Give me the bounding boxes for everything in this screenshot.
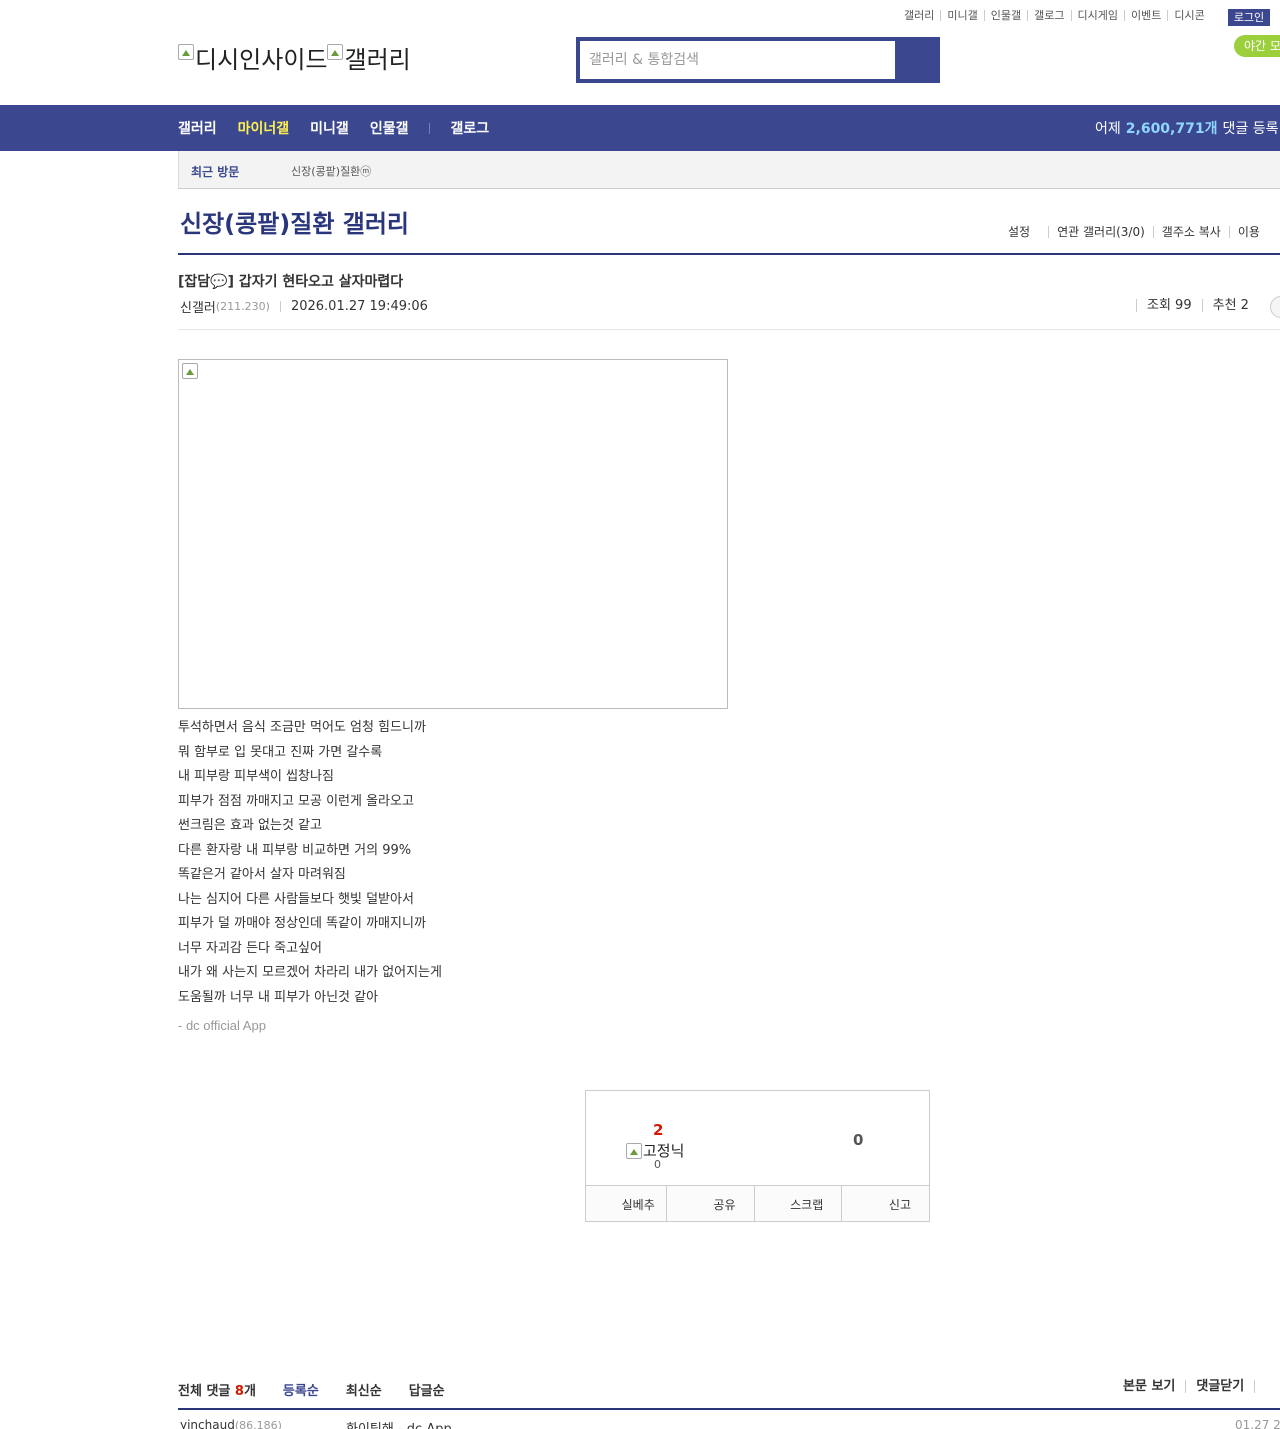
copy-gallery-url-link[interactable]: 갤주소 복사 <box>1152 226 1229 238</box>
top-link-minigal[interactable]: 미니갤 <box>940 10 983 21</box>
search-box: 갤러리 & 통합검색 <box>576 37 940 83</box>
post-recommends: 추천 2 <box>1201 299 1249 312</box>
title-divider <box>178 253 1280 255</box>
post-body: 투석하면서 음식 조금만 먹어도 엄청 힘드니까 뭐 함부로 입 못대고 진짜 … <box>178 716 442 1010</box>
top-link-dccon[interactable]: 디시콘 <box>1167 10 1210 21</box>
post-date: 2026.01.27 19:49:06 <box>290 299 428 314</box>
post-line: 너무 자괴감 든다 죽고싶어 <box>178 940 322 956</box>
post-actions: 실베추 공유 스크랩 신고 <box>586 1185 929 1221</box>
gallery-usage-link[interactable]: 이용 <box>1228 226 1268 238</box>
downvote-count[interactable]: 0 <box>853 1131 863 1149</box>
post-line: 나는 심지어 다른 사람들보다 햇빛 덜받아서 <box>178 891 414 907</box>
top-link-persongal[interactable]: 인물갤 <box>983 10 1027 21</box>
comments-total: 전체 댓글 8개 <box>178 1384 256 1399</box>
refresh-comments-link[interactable] <box>1254 1380 1271 1393</box>
gallery-title[interactable]: 신장(콩팥)질환 갤러리 <box>180 204 409 239</box>
post-line: 내 피부랑 피부색이 씹창나짐 <box>178 769 334 784</box>
top-link-gallery[interactable]: 갤러리 <box>904 10 940 21</box>
post-line: 썬크림은 효과 없는것 같고 <box>178 818 322 833</box>
nav-gallog[interactable]: 갤로그 <box>450 118 489 138</box>
gallery-settings-link[interactable]: 설정 <box>1008 226 1048 238</box>
nav-gallery[interactable]: 갤러리 <box>178 118 217 138</box>
sort-registered[interactable]: 등록순 <box>283 1380 319 1399</box>
login-button[interactable]: 로그인 <box>1228 9 1270 26</box>
recent-visit-item[interactable]: 신장(콩팥)질환ⓜ <box>291 163 371 179</box>
top-utility-links: 갤러리 미니갤 인물갤 갤로그 디시게임 이벤트 디시콘 <box>904 10 1211 21</box>
recent-visit-bar: 최근 방문 신장(콩팥)질환ⓜ <box>178 151 1280 189</box>
nav-divider <box>429 122 431 134</box>
post-views: 조회 99 <box>1136 299 1202 312</box>
post-title: [잡담💬] 갑자기 현타오고 살자마렵다 <box>178 274 404 290</box>
best-recommend-button[interactable]: 실베추 <box>586 1186 666 1221</box>
meta-divider-line <box>178 329 1280 330</box>
related-gallery-link[interactable]: 연관 갤러리(3/0) <box>1048 226 1153 238</box>
comment-text: 화이팅해 - dc App <box>346 1418 452 1429</box>
post-line: 다른 환자랑 내 피부랑 비교하면 거의 99% <box>178 842 412 858</box>
comments-header: 전체 댓글 8개 등록순 최신순 답글순 <box>178 1380 472 1399</box>
search-input[interactable]: 갤러리 & 통합검색 <box>580 41 895 79</box>
post-line: 피부가 점점 까매지고 모공 이런게 올라오고 <box>178 793 414 809</box>
nav-mini-gallery[interactable]: 미니갤 <box>310 118 349 138</box>
upvote-count: 2 <box>653 1121 664 1139</box>
comments-count: 8 <box>234 1384 244 1399</box>
recent-visit-label[interactable]: 최근 방문 <box>191 163 239 180</box>
post-line: 피부가 덜 까매야 정상인데 똑같이 까매지니까 <box>178 916 426 931</box>
broken-image-icon <box>626 1142 642 1159</box>
sort-latest[interactable]: 최신순 <box>346 1380 382 1399</box>
post-line: 똑같은거 같아서 살자 마려워짐 <box>178 867 346 882</box>
post-author[interactable]: 신갤러 <box>180 297 216 316</box>
site-logo[interactable]: 디시인사이드 갤러리 <box>178 40 411 75</box>
close-comments-link[interactable]: 댓글닫기 <box>1185 1380 1254 1393</box>
logo-gallery[interactable]: 갤러리 <box>327 40 411 75</box>
broken-image-icon <box>178 43 194 60</box>
vote-box: 2 고정닉 0 0 실베추 공유 스크랩 신고 <box>585 1090 930 1222</box>
meta-divider <box>279 301 281 312</box>
nav-minor-gallery[interactable]: 마이너갤 <box>238 118 290 138</box>
broken-image-icon <box>182 363 198 379</box>
report-button[interactable]: 신고 <box>841 1186 929 1221</box>
top-link-dcgame[interactable]: 디시게임 <box>1070 10 1124 21</box>
post-line: 투석하면서 음식 조금만 먹어도 엄청 힘드니까 <box>178 720 426 735</box>
post-author-ip: (211.230) <box>215 300 270 313</box>
post-line: 뭐 함부로 입 못대고 진짜 가면 갈수록 <box>178 744 383 760</box>
top-link-event[interactable]: 이벤트 <box>1123 10 1167 21</box>
fixed-nick-count: 0 <box>654 1158 661 1171</box>
search-button[interactable] <box>896 41 940 79</box>
share-button[interactable]: 공유 <box>665 1186 754 1221</box>
comments-divider <box>178 1408 1280 1410</box>
comment-stats-count: 2,600,771개 <box>1125 121 1218 137</box>
scrap-button[interactable]: 스크랩 <box>753 1186 842 1221</box>
comments-controls: 본문 보기 댓글닫기 <box>1123 1380 1271 1393</box>
post-line: 내가 왜 사는지 모르겠어 차라리 내가 없어지는게 <box>178 965 442 980</box>
post-line: 도움될까 너무 내 피부가 아닌것 같아 <box>178 989 379 1005</box>
view-post-link[interactable]: 본문 보기 <box>1123 1380 1185 1393</box>
top-link-gallog[interactable]: 갤로그 <box>1027 10 1070 21</box>
comment-stats: 어제 2,600,771개 댓글 등록 <box>1095 105 1278 151</box>
logo-dcinside[interactable]: 디시인사이드 <box>178 40 327 75</box>
fixed-nick-label: 고정닉 <box>643 1142 685 1160</box>
comment-date: 01.27 21 <box>1235 1418 1280 1429</box>
sort-replies[interactable]: 답글순 <box>409 1380 445 1399</box>
post-image[interactable] <box>178 359 728 709</box>
app-signature: - dc official App <box>178 1018 266 1033</box>
nav-person-gallery[interactable]: 인물갤 <box>370 118 409 138</box>
broken-image-icon <box>327 43 344 60</box>
gallery-links: 설정 연관 갤러리(3/0) 갤주소 복사 이용 <box>1008 226 1268 238</box>
comment-author[interactable]: yinchaud(86.186) <box>180 1418 282 1429</box>
main-navbar: 갤러리 마이너갤 미니갤 인물갤 갤로그 어제 2,600,771개 댓글 등록 <box>0 105 1280 151</box>
night-mode-button[interactable]: 야간 모 <box>1234 35 1280 57</box>
post-stats: 조회 99 추천 2 <box>1136 299 1249 312</box>
comment-jump-button[interactable] <box>1270 296 1280 318</box>
post-meta: 신갤러 (211.230) 2026.01.27 19:49:06 <box>180 297 428 316</box>
